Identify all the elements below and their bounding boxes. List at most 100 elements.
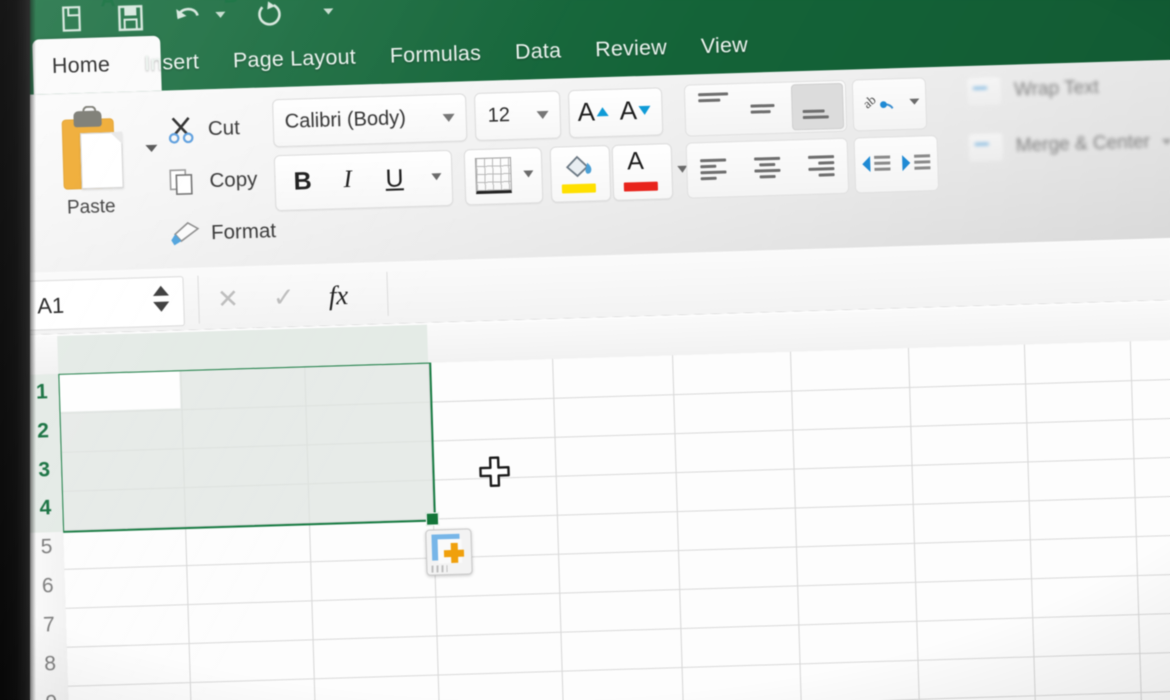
name-box-value: A1 — [36, 292, 65, 319]
indent-group — [853, 134, 940, 194]
scissors-icon — [164, 114, 197, 147]
insert-function-button[interactable]: fx — [328, 280, 348, 312]
monitor-photo: Home Insert Page Layout Formulas Data Re… — [0, 0, 1170, 700]
font-size-dropdown-icon[interactable] — [536, 110, 549, 120]
align-middle-button[interactable] — [739, 84, 792, 132]
merge-center-icon — [967, 131, 1005, 164]
name-box[interactable]: A1 — [21, 276, 185, 331]
spinner-down-icon[interactable] — [153, 301, 170, 313]
fill-handle[interactable] — [425, 512, 440, 526]
font-color-button[interactable]: A — [611, 143, 688, 201]
font-color-swatch — [623, 181, 659, 192]
paste-dropdown-icon[interactable] — [145, 144, 158, 153]
decrease-font-letter: A — [619, 95, 638, 126]
tab-home[interactable]: Home — [35, 52, 128, 80]
row-header-8[interactable]: 8 — [33, 652, 68, 677]
excel-window: Home Insert Page Layout Formulas Data Re… — [0, 0, 1170, 700]
cancel-formula-button[interactable]: ✕ — [217, 283, 240, 315]
increase-font-letter: A — [577, 96, 596, 127]
align-left-button[interactable] — [689, 145, 742, 193]
font-color-letter: A — [626, 146, 645, 176]
paste-button[interactable]: Paste — [34, 107, 145, 220]
cell-select-cross-cursor — [477, 455, 512, 495]
align-bottom-button[interactable] — [790, 82, 845, 131]
qat-customize-icon[interactable] — [323, 8, 334, 15]
row-header-9[interactable]: 9 — [34, 691, 69, 700]
tab-data[interactable]: Data — [498, 38, 579, 65]
align-right-button[interactable] — [793, 142, 846, 190]
wrap-text-icon — [965, 75, 1003, 108]
insert-options-icon[interactable] — [425, 528, 473, 576]
underline-button[interactable]: U — [385, 164, 404, 194]
svg-text:ab: ab — [863, 92, 879, 111]
format-painter-icon — [168, 218, 201, 251]
font-group: Calibri (Body) 12 A A B I U A — [266, 77, 688, 265]
copy-label: Copy — [209, 167, 258, 193]
row-header-7[interactable]: 7 — [32, 613, 67, 638]
italic-button[interactable]: I — [343, 166, 352, 194]
font-size-input[interactable]: 12 — [473, 90, 562, 142]
borders-button[interactable] — [463, 147, 544, 206]
tab-insert[interactable]: Insert — [127, 49, 217, 77]
triangle-down-icon — [638, 105, 652, 116]
align-right-icon — [804, 154, 835, 177]
align-center-button[interactable] — [741, 143, 794, 191]
name-box-spinner[interactable] — [152, 285, 170, 313]
align-top-button[interactable] — [687, 86, 740, 134]
paint-bucket-icon — [561, 153, 596, 180]
spinner-up-icon[interactable] — [152, 285, 169, 297]
undo-icon[interactable] — [173, 2, 204, 29]
increase-indent-button[interactable] — [895, 139, 936, 186]
alignment-group: ab — [683, 69, 940, 253]
borders-dropdown-icon[interactable] — [523, 170, 534, 178]
selection-border — [58, 361, 437, 533]
tab-review[interactable]: Review — [578, 35, 684, 63]
format-painter-label: Format — [210, 219, 277, 245]
align-top-icon — [698, 92, 729, 103]
merge-center-label: Merge & Center — [1015, 131, 1151, 157]
horizontal-align-group — [685, 137, 850, 199]
fill-color-swatch — [561, 183, 597, 194]
wrap-text-button[interactable]: Wrap Text — [965, 56, 1170, 120]
font-scale-group: A A — [567, 87, 664, 139]
decrease-font-size-button[interactable]: A — [619, 95, 652, 127]
decrease-indent-button[interactable] — [855, 140, 896, 187]
monitor-bezel — [0, 0, 30, 700]
wrap-merge-group: Wrap Text Merge & Center — [965, 56, 1170, 194]
enter-formula-button[interactable]: ✓ — [272, 281, 295, 313]
undo-dropdown-icon[interactable] — [215, 11, 226, 18]
tab-view[interactable]: View — [683, 32, 765, 59]
orientation-button[interactable]: ab — [851, 77, 928, 132]
increase-font-size-button[interactable]: A — [577, 96, 610, 128]
bold-button[interactable]: B — [293, 167, 312, 197]
tab-page-layout[interactable]: Page Layout — [216, 44, 374, 74]
cut-label: Cut — [207, 116, 241, 141]
tab-formulas[interactable]: Formulas — [373, 40, 499, 69]
orientation-icon: ab — [860, 88, 898, 122]
save-icon[interactable] — [117, 4, 144, 32]
align-bottom-icon — [802, 108, 833, 119]
wrap-text-label: Wrap Text — [1013, 77, 1100, 101]
fill-color-button[interactable] — [549, 144, 626, 203]
paste-label: Paste — [66, 196, 116, 219]
font-name-dropdown-icon[interactable] — [442, 113, 455, 123]
merge-dropdown-icon[interactable] — [1161, 138, 1170, 146]
redo-icon[interactable] — [255, 0, 284, 27]
borders-icon — [474, 157, 513, 195]
clipboard-icon — [53, 108, 125, 192]
cell-grid[interactable] — [58, 338, 1170, 700]
text-style-group: B I U — [273, 149, 454, 212]
triangle-up-icon — [596, 107, 610, 117]
align-left-icon — [700, 157, 731, 180]
new-file-icon[interactable] — [61, 5, 88, 34]
vertical-align-group — [683, 79, 848, 137]
orientation-dropdown-icon[interactable] — [909, 98, 920, 105]
align-middle-icon — [750, 103, 780, 114]
underline-dropdown-icon[interactable] — [431, 173, 442, 181]
align-center-icon — [752, 156, 783, 178]
font-name-input[interactable]: Calibri (Body) — [272, 93, 468, 148]
clipboard-group: Paste Cut Copy Format — [24, 95, 285, 273]
formula-bar-buttons: ✕ ✓ fx — [197, 271, 349, 324]
merge-center-button[interactable]: Merge & Center — [967, 112, 1170, 176]
font-name-value: Calibri (Body) — [284, 107, 407, 133]
